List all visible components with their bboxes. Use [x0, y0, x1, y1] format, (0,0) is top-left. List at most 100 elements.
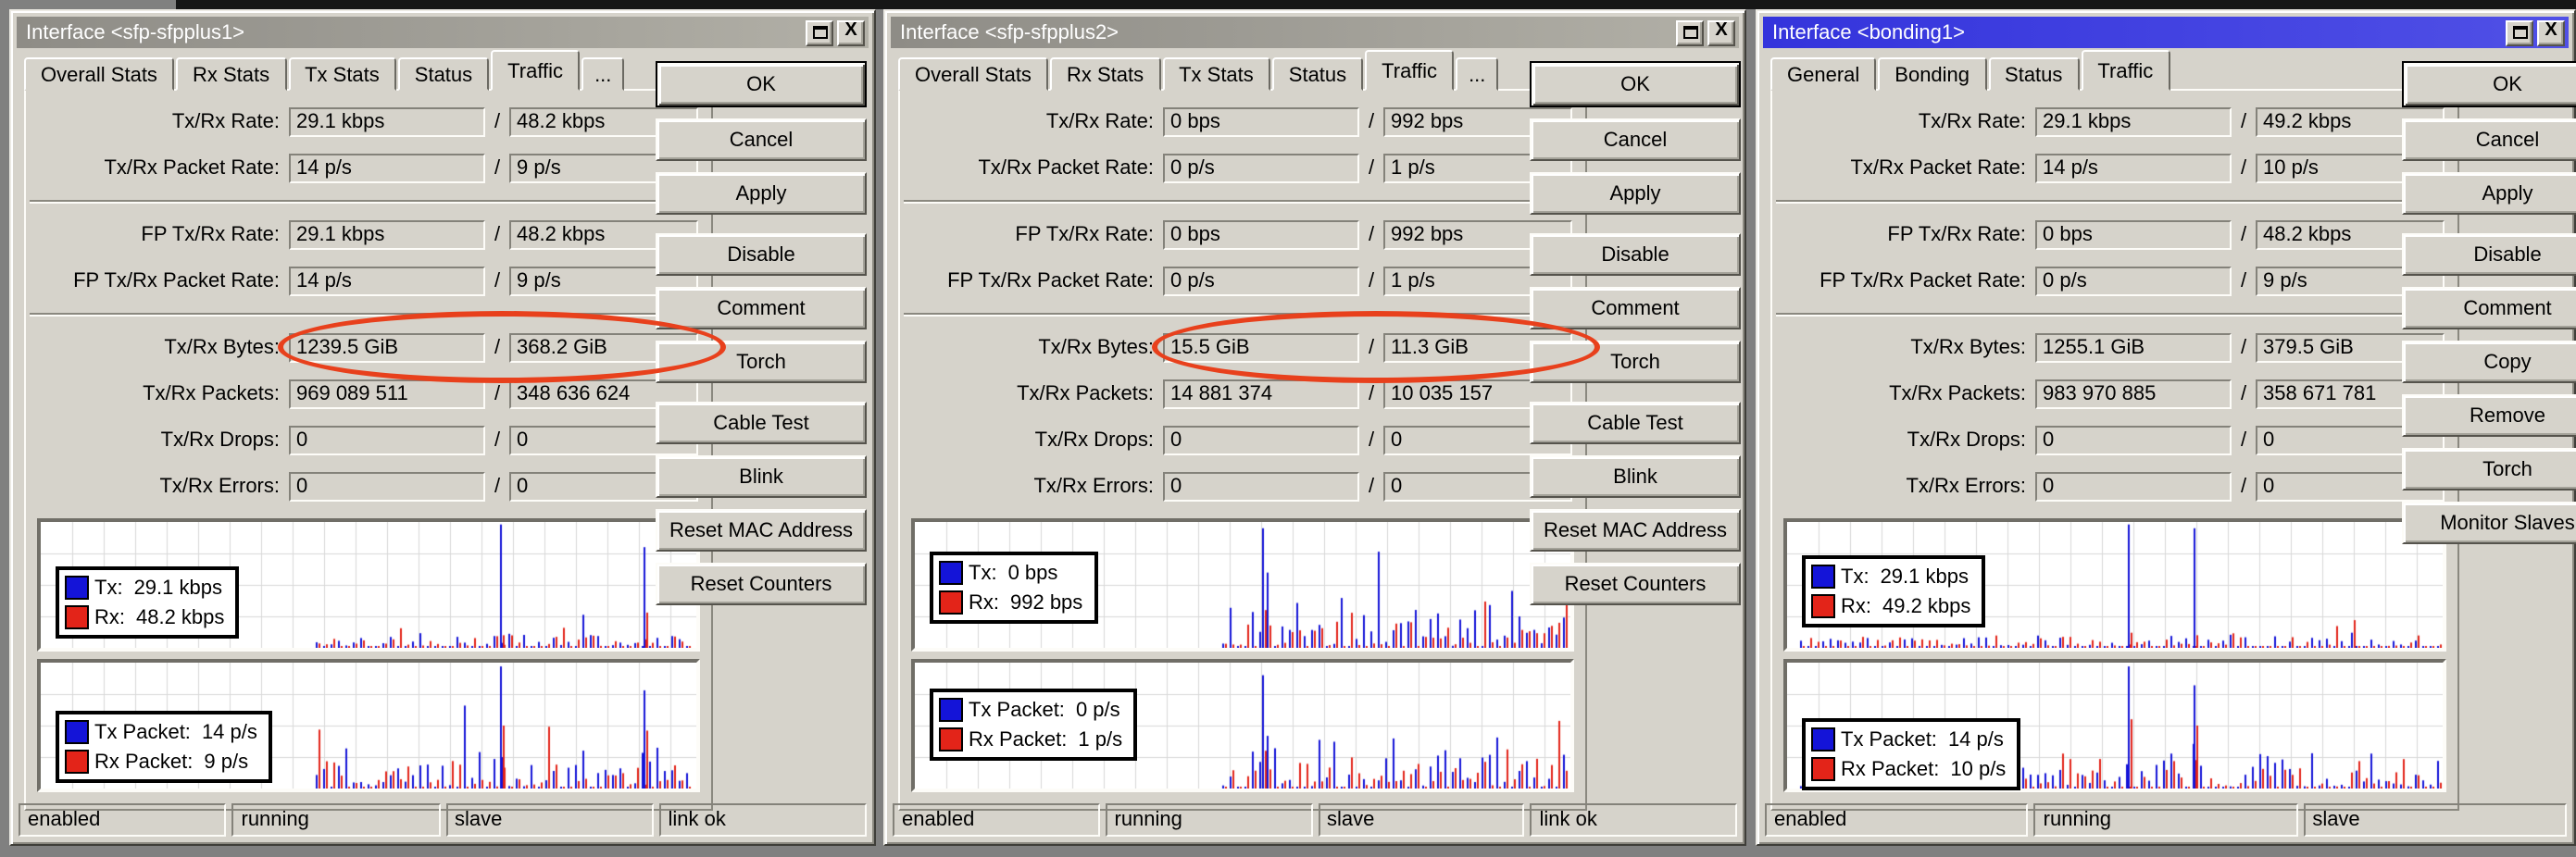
- value-separator: /: [494, 270, 501, 292]
- tab-overall-stats[interactable]: Overall Stats: [24, 57, 174, 91]
- comment-button[interactable]: Comment: [1530, 287, 1741, 329]
- tx-value-box: 14 p/s: [289, 267, 485, 296]
- reset-mac-address-button[interactable]: Reset MAC Address: [656, 509, 867, 552]
- stat-row: FP Tx/Rx Rate: 29.1 kbps / 48.2 kbps: [26, 220, 700, 250]
- traffic-graph: Tx: 0 bps Rx: 992 bps: [911, 518, 1574, 652]
- tab-tx-stats[interactable]: Tx Stats: [288, 57, 396, 91]
- titlebar[interactable]: Interface <bonding1> X: [1763, 17, 2569, 48]
- comment-button[interactable]: Comment: [656, 287, 867, 329]
- traffic-graph: Tx: 29.1 kbps Rx: 48.2 kbps: [37, 518, 700, 652]
- legend-value: 49.2 kbps: [1882, 595, 1971, 617]
- tab-bonding[interactable]: Bonding: [1878, 57, 1987, 91]
- tx-value-box: 1239.5 GiB: [289, 333, 485, 363]
- tab-traffic[interactable]: Traffic: [491, 50, 581, 91]
- ok-button[interactable]: OK: [1530, 61, 1741, 107]
- stat-row: Tx/Rx Packets: 14 881 374 / 10 035 157: [900, 379, 1574, 409]
- apply-button[interactable]: Apply: [656, 172, 867, 215]
- status-bar: enabled running slave: [1765, 803, 2567, 837]
- value-separator: /: [2240, 337, 2247, 359]
- copy-button[interactable]: Copy: [2402, 341, 2576, 383]
- tx-value-box: 0 p/s: [1163, 154, 1359, 183]
- legend-entry: Rx: 48.2 kbps: [65, 603, 224, 631]
- legend-value: 14 p/s: [201, 721, 257, 743]
- legend-label: Rx Packet:: [94, 751, 194, 773]
- tab-more[interactable]: ...: [581, 57, 625, 91]
- remove-button[interactable]: Remove: [2402, 394, 2576, 437]
- tab-traffic[interactable]: Traffic: [1365, 50, 1455, 91]
- tx-value-box: 0 p/s: [1163, 267, 1359, 296]
- cable-test-button[interactable]: Cable Test: [1530, 402, 1741, 444]
- close-button[interactable]: X: [1707, 19, 1735, 45]
- stat-row: Tx/Rx Bytes: 1239.5 GiB / 368.2 GiB: [26, 311, 726, 383]
- value-separator: /: [494, 157, 501, 180]
- cable-test-button[interactable]: Cable Test: [656, 402, 867, 444]
- reset-counters-button[interactable]: Reset Counters: [656, 563, 867, 605]
- tab-status[interactable]: Status: [1988, 57, 2080, 91]
- tab-rx-stats[interactable]: Rx Stats: [1049, 57, 1161, 91]
- ok-button[interactable]: OK: [2402, 61, 2576, 107]
- maximize-button[interactable]: [806, 19, 833, 45]
- torch-button[interactable]: Torch: [1530, 341, 1741, 383]
- legend-entry: Rx: 992 bps: [939, 589, 1082, 616]
- cancel-button[interactable]: Cancel: [2402, 118, 2576, 161]
- blink-button[interactable]: Blink: [656, 455, 867, 498]
- monitor-slaves-button[interactable]: Monitor Slaves: [2402, 502, 2576, 544]
- legend-label: Tx Packet:: [94, 721, 191, 743]
- reset-mac-address-button[interactable]: Reset MAC Address: [1530, 509, 1741, 552]
- legend-value: 48.2 kbps: [136, 606, 225, 628]
- tab-overall-stats[interactable]: Overall Stats: [898, 57, 1048, 91]
- value-separator: /: [494, 383, 501, 405]
- apply-button[interactable]: Apply: [2402, 172, 2576, 215]
- traffic-graph: Tx Packet: 14 p/s Rx Packet: 10 p/s: [1783, 659, 2446, 792]
- torch-button[interactable]: Torch: [2402, 448, 2576, 491]
- maximize-button[interactable]: [1676, 19, 1704, 45]
- reset-counters-button[interactable]: Reset Counters: [1530, 563, 1741, 605]
- tx-value-box: 29.1 kbps: [289, 220, 485, 250]
- legend-label: Rx:: [94, 606, 125, 628]
- stat-row: FP Tx/Rx Packet Rate: 0 p/s / 1 p/s: [900, 267, 1574, 296]
- close-button[interactable]: X: [837, 19, 865, 45]
- tab-general[interactable]: General: [1770, 57, 1877, 91]
- legend-color-swatch: [65, 720, 89, 744]
- stat-label: Tx/Rx Packets:: [1017, 383, 1154, 405]
- cancel-button[interactable]: Cancel: [1530, 118, 1741, 161]
- status-segment-running: running: [231, 803, 440, 837]
- tab-more[interactable]: ...: [1456, 57, 1499, 91]
- tab-tx-stats[interactable]: Tx Stats: [1162, 57, 1270, 91]
- disable-button[interactable]: Disable: [1530, 233, 1741, 276]
- tab-status[interactable]: Status: [1271, 57, 1364, 91]
- disable-button[interactable]: Disable: [656, 233, 867, 276]
- graph-legend: Tx Packet: 14 p/s Rx Packet: 9 p/s: [56, 711, 272, 783]
- tx-value-box: 0: [1163, 472, 1359, 502]
- stat-label: Tx/Rx Bytes:: [164, 337, 280, 359]
- stat-label: Tx/Rx Errors:: [1906, 476, 2026, 498]
- stat-row: FP Tx/Rx Rate: 0 bps / 992 bps: [900, 220, 1574, 250]
- legend-value: 992 bps: [1010, 591, 1083, 614]
- tab-traffic[interactable]: Traffic: [2081, 50, 2170, 91]
- interface-window-interface-sfp-sfpplus2: Interface <sfp-sfpplus2> X Overall Stats…: [883, 9, 1746, 846]
- tx-value-box: 14 p/s: [2035, 154, 2232, 183]
- stat-label: Tx/Rx Errors:: [1033, 476, 1154, 498]
- cancel-button[interactable]: Cancel: [656, 118, 867, 161]
- ok-button[interactable]: OK: [656, 61, 867, 107]
- titlebar[interactable]: Interface <sfp-sfpplus2> X: [891, 17, 1739, 48]
- group-separator: [30, 200, 696, 204]
- graph-legend: Tx: 29.1 kbps Rx: 49.2 kbps: [1802, 555, 1986, 627]
- comment-button[interactable]: Comment: [2402, 287, 2576, 329]
- value-separator: /: [1368, 476, 1375, 498]
- stat-label: Tx/Rx Drops:: [160, 429, 280, 452]
- legend-entry: Tx Packet: 14 p/s: [65, 718, 257, 746]
- tab-status[interactable]: Status: [397, 57, 490, 91]
- value-separator: /: [1368, 429, 1375, 452]
- maximize-button[interactable]: [2506, 19, 2533, 45]
- titlebar[interactable]: Interface <sfp-sfpplus1> X: [17, 17, 869, 48]
- disable-button[interactable]: Disable: [2402, 233, 2576, 276]
- blink-button[interactable]: Blink: [1530, 455, 1741, 498]
- interface-window-interface-sfp-sfpplus1: Interface <sfp-sfpplus1> X Overall Stats…: [9, 9, 876, 846]
- close-button[interactable]: X: [2537, 19, 2565, 45]
- value-separator: /: [2240, 429, 2247, 452]
- apply-button[interactable]: Apply: [1530, 172, 1741, 215]
- legend-label: Tx Packet:: [1841, 728, 1937, 751]
- tab-rx-stats[interactable]: Rx Stats: [175, 57, 287, 91]
- torch-button[interactable]: Torch: [656, 341, 867, 383]
